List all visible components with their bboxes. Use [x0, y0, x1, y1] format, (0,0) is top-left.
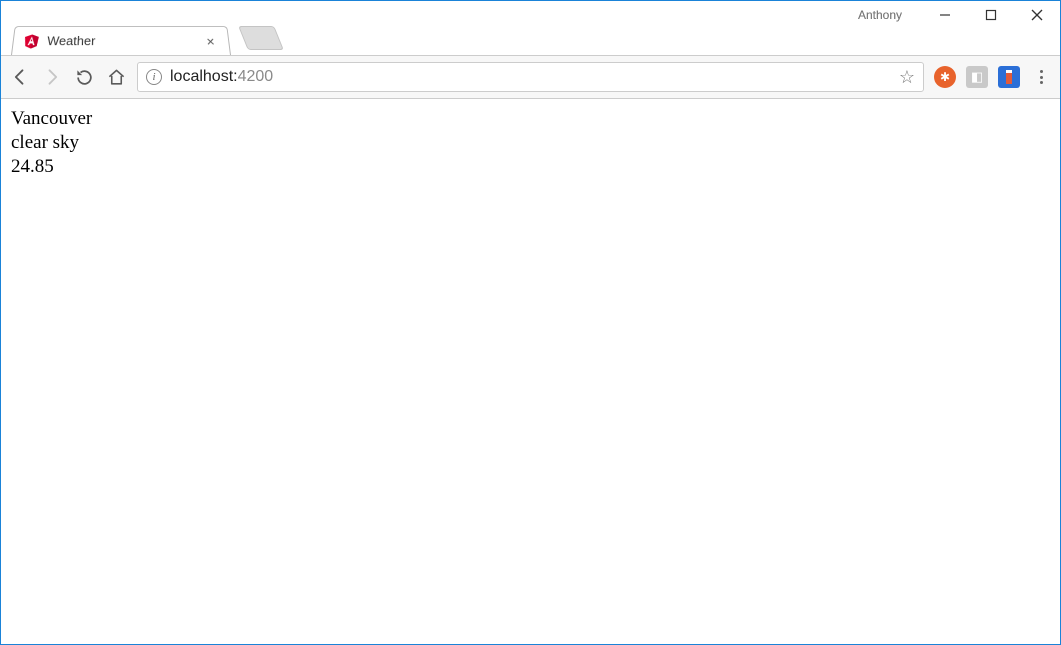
chrome-menu-button[interactable] [1030, 70, 1052, 84]
chrome-profile-name: Anthony [858, 8, 902, 22]
weather-temperature: 24.85 [11, 155, 1050, 179]
url-text: localhost:4200 [170, 68, 273, 86]
page-content: Vancouver clear sky 24.85 [1, 99, 1060, 186]
home-button[interactable] [105, 66, 127, 88]
weather-description: clear sky [11, 131, 1050, 155]
url-host: localhost: [170, 68, 238, 85]
tab-title: Weather [47, 34, 96, 48]
back-button[interactable] [9, 66, 31, 88]
close-tab-icon[interactable]: × [202, 33, 219, 48]
extension-icon-lighthouse[interactable] [998, 66, 1020, 88]
address-bar[interactable]: i localhost:4200 ☆ [137, 62, 924, 92]
extension-icon-2[interactable] [966, 66, 988, 88]
weather-city: Vancouver [11, 107, 1050, 131]
url-port: 4200 [238, 68, 274, 85]
site-info-icon[interactable]: i [146, 69, 162, 85]
tab-strip: Weather × [1, 23, 1060, 55]
extension-icon-1[interactable] [934, 66, 956, 88]
angular-icon [23, 33, 40, 48]
browser-toolbar: i localhost:4200 ☆ [1, 55, 1060, 99]
forward-button [41, 66, 63, 88]
bookmark-star-icon[interactable]: ☆ [899, 67, 915, 88]
reload-button[interactable] [73, 66, 95, 88]
new-tab-button[interactable] [238, 26, 284, 50]
browser-tab[interactable]: Weather × [11, 26, 231, 55]
